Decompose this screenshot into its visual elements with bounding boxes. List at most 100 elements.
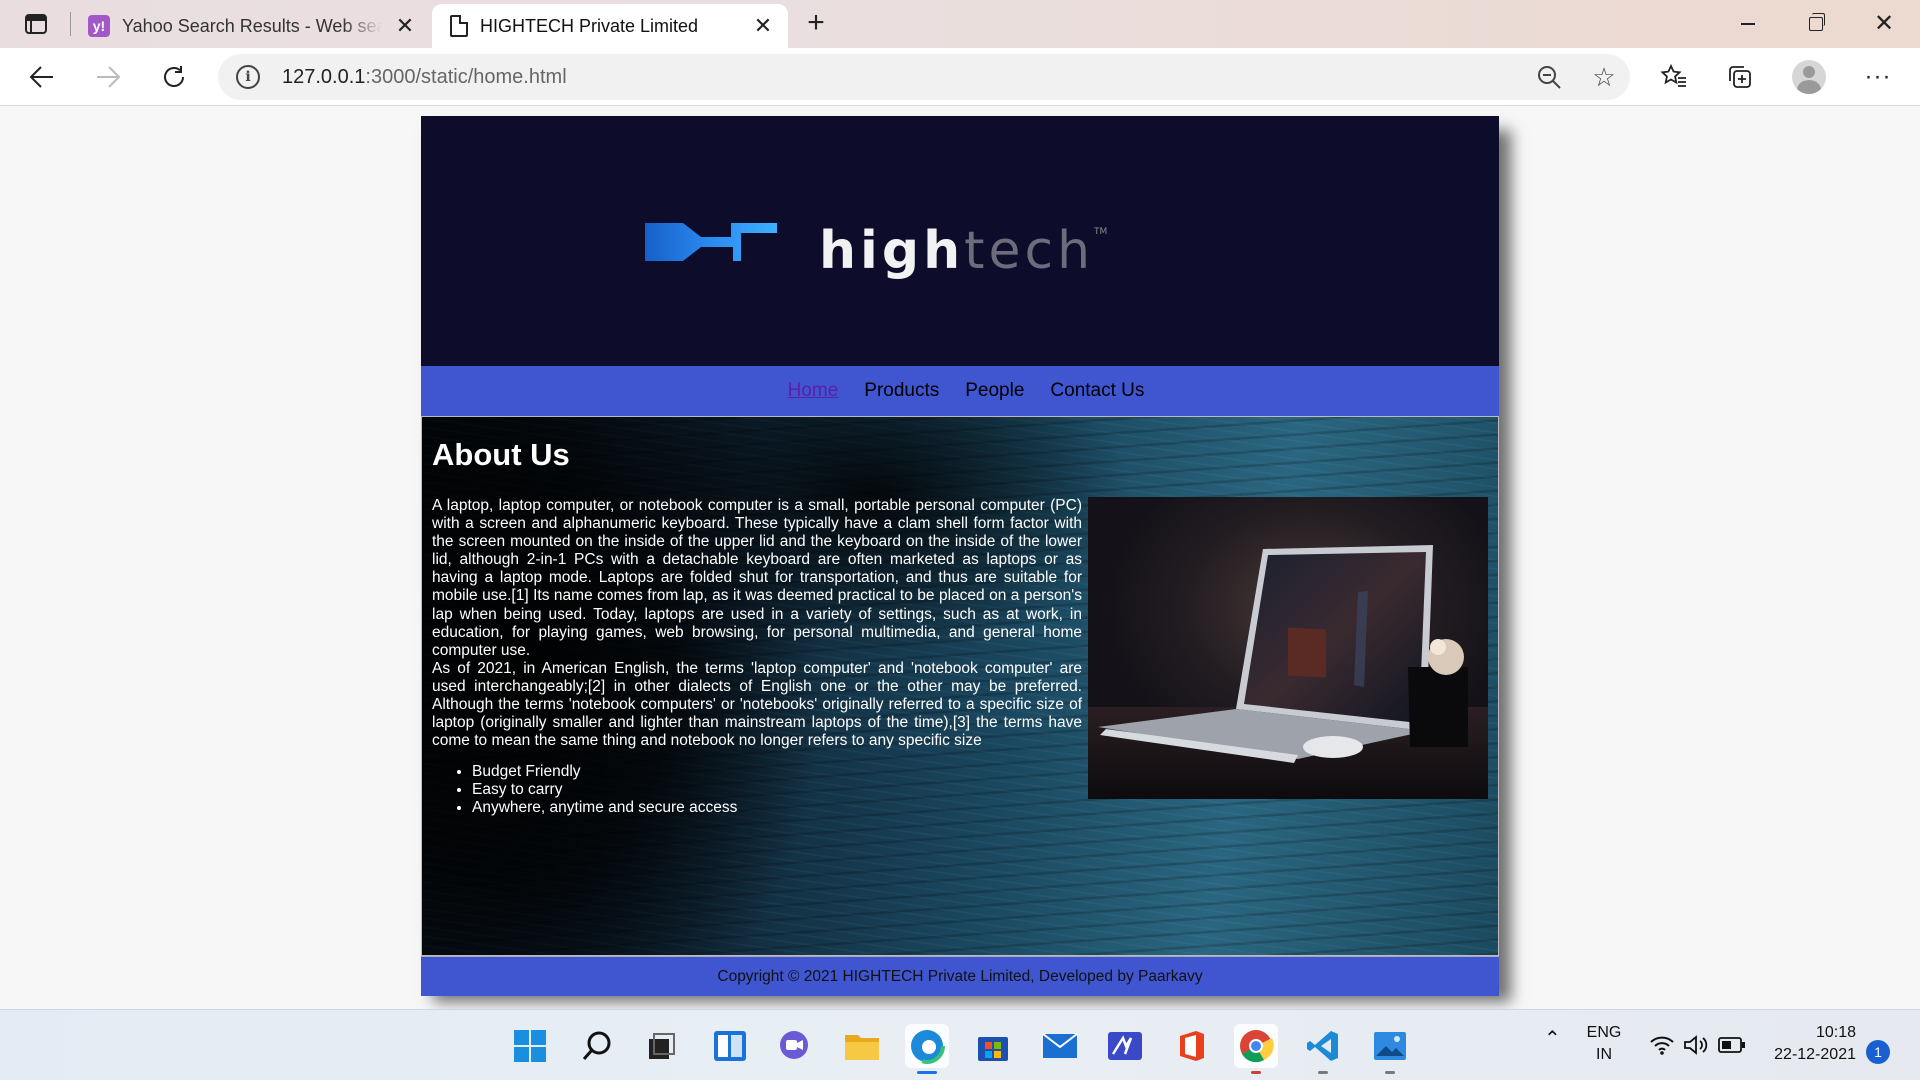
address-bar[interactable]: i 127.0.0.1:3000/static/home.html ☆ (218, 54, 1630, 100)
new-tab-button[interactable]: + (800, 8, 832, 40)
mail-button[interactable] (1038, 1024, 1082, 1068)
edge-button[interactable] (905, 1024, 949, 1074)
clock[interactable]: 10:18 22-12-2021 (1760, 1022, 1856, 1066)
teams-chat-button[interactable] (772, 1024, 816, 1068)
windows-taskbar: ⌃ ENG IN 10:18 22-12-2021 1 (0, 1009, 1920, 1080)
language-indicator[interactable]: ENG IN (1582, 1022, 1626, 1066)
office-icon (1180, 1031, 1204, 1061)
more-options-button[interactable]: ··· (1860, 60, 1896, 94)
battery-icon[interactable] (1718, 1036, 1746, 1054)
collections-icon (1729, 66, 1751, 88)
minimize-icon (1741, 23, 1755, 25)
photos-icon (1374, 1032, 1406, 1060)
more-icon: ··· (1864, 63, 1892, 90)
language-code: ENG (1586, 1024, 1622, 1041)
close-window-button[interactable]: ✕ (1864, 8, 1904, 40)
office-button[interactable] (1170, 1024, 1214, 1068)
file-explorer-icon (845, 1035, 879, 1060)
hightech-logo[interactable]: hightechTM (643, 216, 1107, 277)
yahoo-icon: y! (88, 15, 110, 37)
close-tab-icon[interactable]: ✕ (394, 15, 416, 37)
tab-bar: y! Yahoo Search Results - Web search ✕ H… (0, 0, 1920, 48)
site-container: hightechTM Home Products People Contact … (421, 116, 1499, 996)
add-favorite-icon[interactable]: ☆ (1590, 64, 1618, 92)
forward-arrow-icon (97, 66, 121, 88)
tab-separator (70, 12, 71, 36)
logo-wordmark: hightechTM (819, 220, 1108, 281)
running-indicator (1318, 1071, 1328, 1074)
favorites-button[interactable] (1656, 60, 1692, 94)
volume-icon[interactable] (1683, 1034, 1709, 1056)
clock-time: 10:18 (1815, 1024, 1856, 1041)
minimize-button[interactable] (1728, 8, 1768, 40)
region-code: IN (1596, 1046, 1612, 1063)
list-item: Budget Friendly (472, 763, 737, 781)
url-path: :3000/static/home.html (365, 66, 567, 88)
widgets-button[interactable] (708, 1024, 752, 1068)
chrome-icon (1240, 1030, 1274, 1063)
search-icon (582, 1031, 611, 1060)
tab-title: Yahoo Search Results - Web search (122, 15, 382, 36)
about-paragraph-2: As of 2021, in American English, the ter… (432, 659, 1082, 750)
store-button[interactable] (971, 1024, 1015, 1068)
active-indicator (917, 1071, 937, 1074)
features-list: Budget Friendly Easy to carry Anywhere, … (472, 763, 737, 817)
widgets-icon (714, 1031, 746, 1061)
about-section: About Us A laptop, laptop computer, or n… (421, 416, 1499, 956)
url-host: 127.0.0.1 (282, 66, 366, 88)
favorites-icon (1660, 63, 1686, 87)
logo-mark-icon (645, 223, 777, 261)
vscode-icon (1307, 1031, 1338, 1061)
search-button[interactable] (575, 1024, 619, 1068)
chrome-button[interactable] (1234, 1024, 1278, 1074)
reload-icon (164, 66, 184, 87)
nav-products[interactable]: Products (864, 380, 939, 402)
edge-icon (909, 1028, 945, 1064)
store-icon (978, 1037, 1008, 1061)
url-text[interactable]: 127.0.0.1:3000/static/home.html (282, 66, 567, 89)
about-text: A laptop, laptop computer, or notebook c… (432, 497, 1082, 750)
app-icon (1108, 1032, 1142, 1060)
site-nav: Home Products People Contact Us (421, 366, 1499, 416)
close-tab-icon[interactable]: ✕ (752, 15, 774, 37)
tab-actions-button[interactable] (14, 10, 58, 38)
photos-button[interactable] (1368, 1024, 1412, 1074)
about-heading: About Us (432, 437, 570, 472)
restore-button[interactable] (1796, 8, 1836, 40)
clock-date: 22-12-2021 (1774, 1046, 1856, 1063)
list-item: Easy to carry (472, 781, 737, 799)
app-button[interactable] (1103, 1024, 1147, 1068)
tab-actions-icon (25, 14, 47, 34)
teams-chat-icon (780, 1031, 808, 1059)
tab-yahoo[interactable]: y! Yahoo Search Results - Web search ✕ (76, 4, 430, 48)
nav-contact-us[interactable]: Contact Us (1050, 380, 1144, 402)
start-icon (514, 1030, 546, 1062)
site-info-icon[interactable]: i (236, 65, 260, 89)
collections-button[interactable] (1722, 60, 1758, 94)
show-hidden-icons-button[interactable]: ⌃ (1544, 1028, 1561, 1050)
nav-home[interactable]: Home (788, 380, 839, 402)
profile-avatar[interactable] (1792, 60, 1826, 94)
tab-hightech[interactable]: HIGHTECH Private Limited ✕ (432, 4, 788, 48)
tab-title: HIGHTECH Private Limited (480, 15, 699, 36)
notification-badge[interactable]: 1 (1866, 1040, 1890, 1064)
list-item: Anywhere, anytime and secure access (472, 799, 737, 817)
zoom-out-icon[interactable] (1536, 64, 1562, 90)
close-icon: ✕ (1873, 10, 1895, 37)
restore-icon (1809, 13, 1825, 31)
running-indicator (1385, 1071, 1395, 1074)
task-view-icon (649, 1033, 675, 1059)
back-button[interactable] (24, 60, 60, 94)
start-button[interactable] (508, 1024, 552, 1068)
nav-people[interactable]: People (965, 380, 1024, 402)
reload-button[interactable] (156, 60, 192, 94)
laptop-image (1088, 497, 1488, 799)
page-viewport: hightechTM Home Products People Contact … (0, 107, 1920, 1009)
forward-button[interactable] (90, 60, 126, 94)
laptop-illustration (1088, 545, 1488, 799)
file-explorer-button[interactable] (840, 1024, 884, 1068)
wifi-icon[interactable] (1649, 1034, 1675, 1056)
task-view-button[interactable] (640, 1024, 684, 1068)
vscode-button[interactable] (1301, 1024, 1345, 1074)
site-header: hightechTM (421, 116, 1499, 366)
